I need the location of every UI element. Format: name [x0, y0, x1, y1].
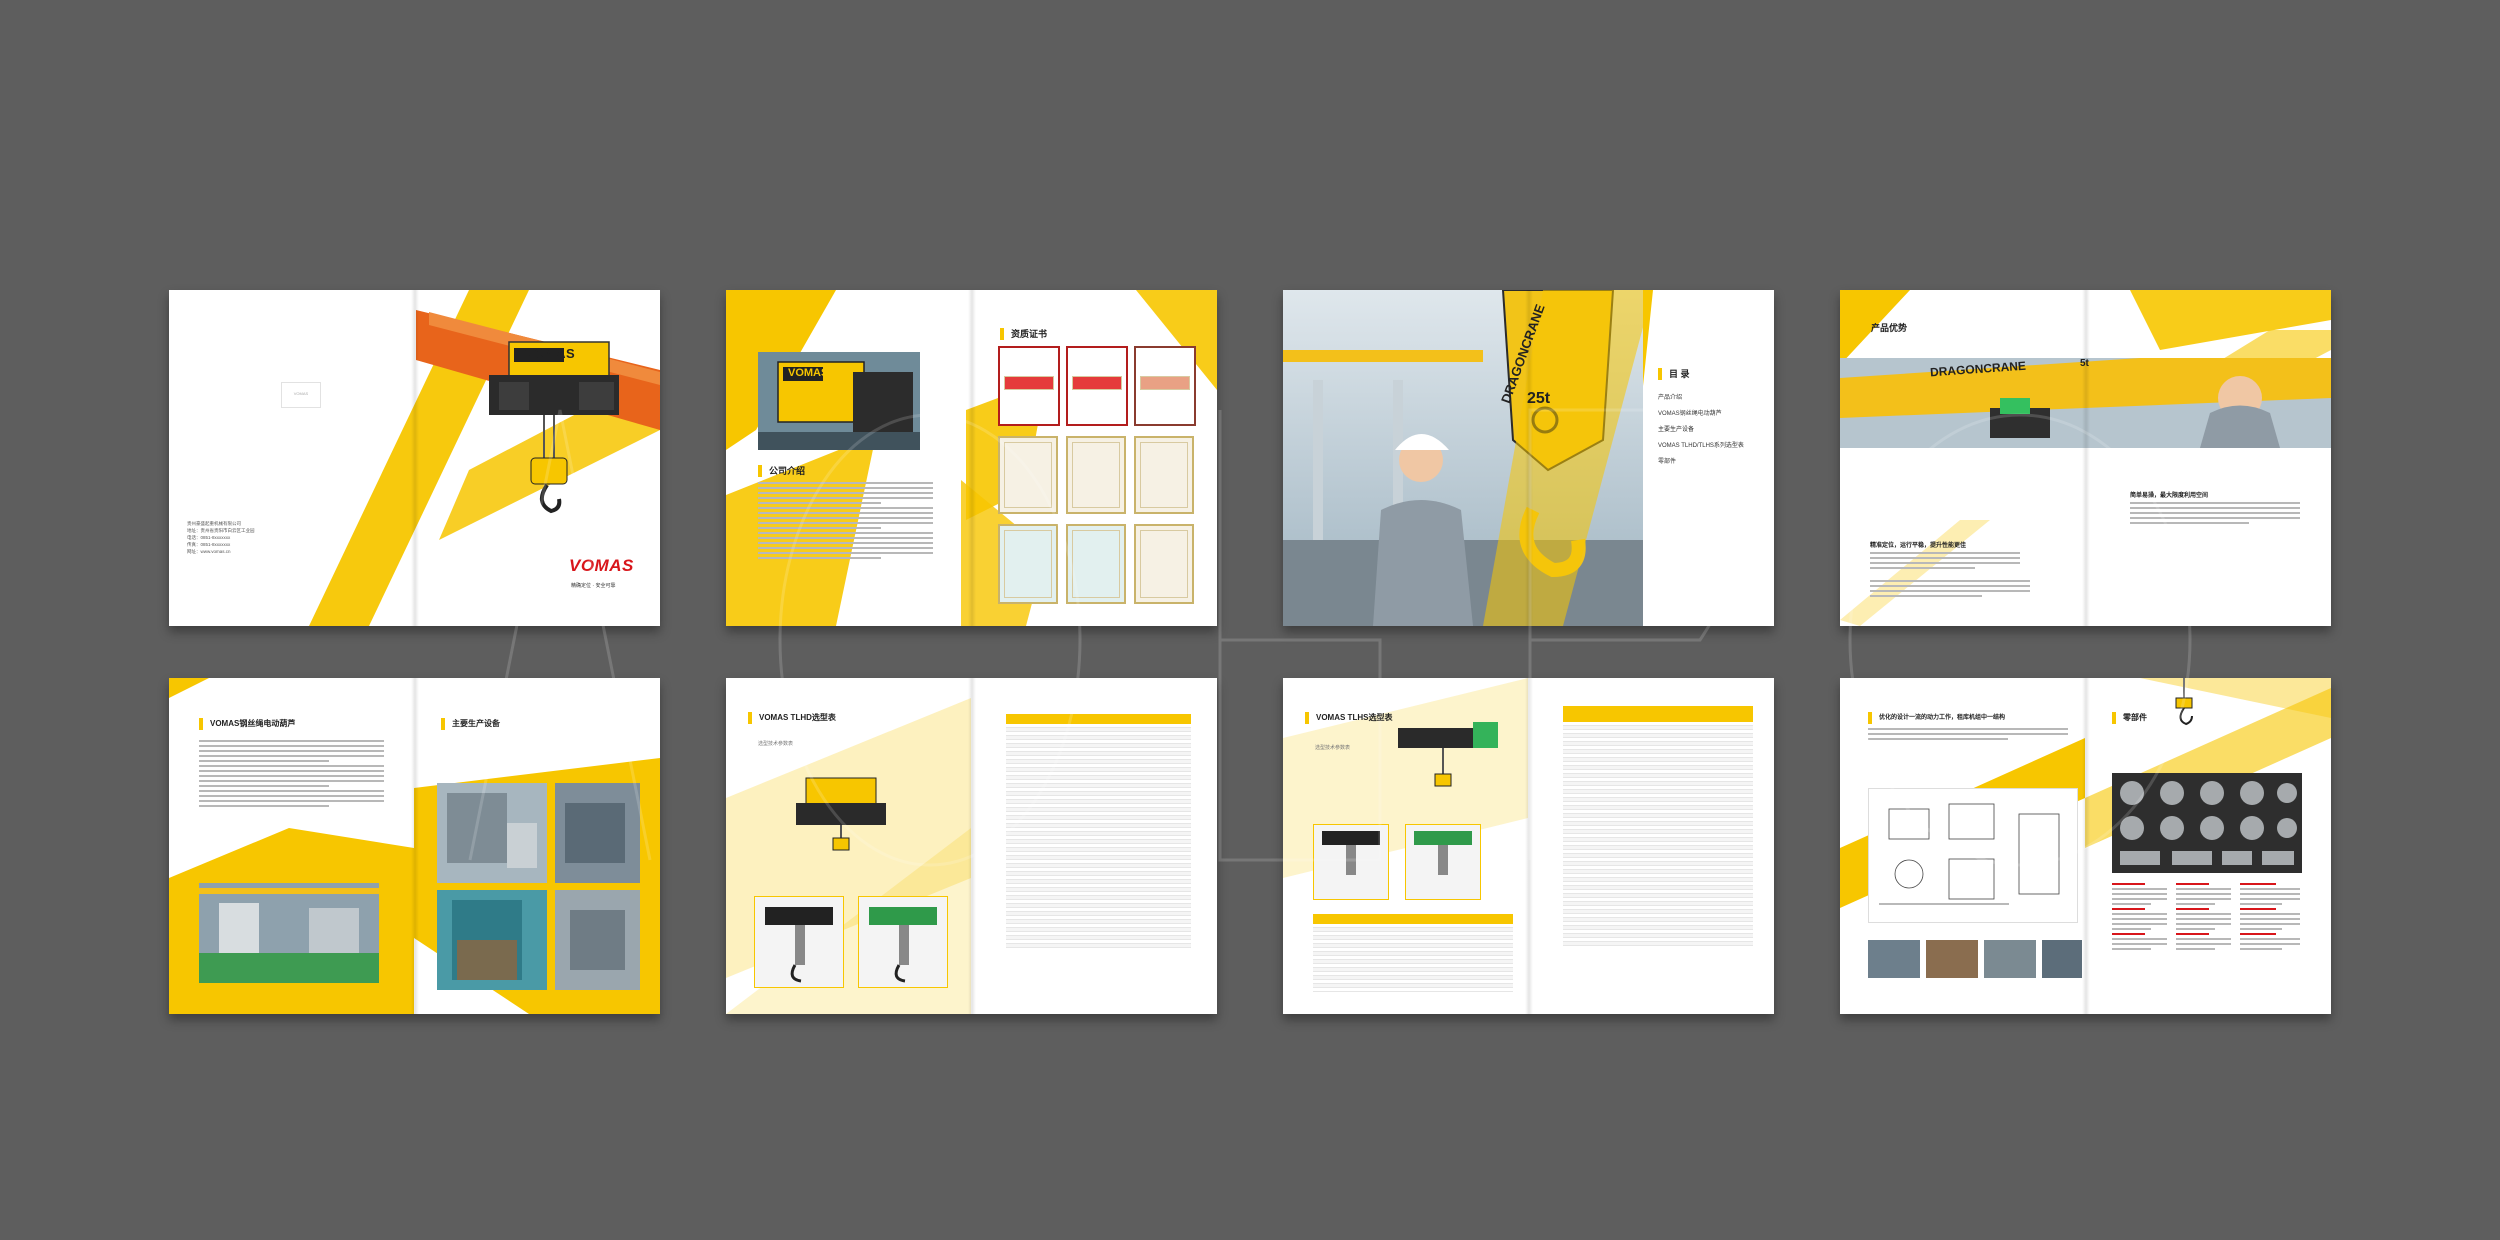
cover-small-logo-text: VOMAS: [293, 391, 309, 396]
brochure-spread-tlhs: VOMAS TLHS选型表 选型技术参数表: [1283, 678, 1774, 1014]
equipment-photo: [437, 890, 547, 990]
company-intro-title: 公司介绍: [758, 465, 805, 477]
spread-fold: [967, 290, 976, 626]
toc-item[interactable]: 零部件: [1658, 454, 1744, 470]
advantages-body: [1870, 580, 2030, 600]
address-line: 电话：0851-8xxxxxxx: [187, 535, 231, 540]
certificate-frame: [998, 346, 1060, 426]
tlhs-hoist-photo: [1393, 708, 1508, 808]
hoist-photo-brand: VOMAS: [788, 367, 829, 379]
certificate-frame: [1134, 524, 1194, 604]
certificate-frame: [998, 524, 1058, 604]
tlhd-spec-table: [1006, 714, 1191, 948]
feature-1-title: 精准定位，运行平稳，提升性能更佳: [1870, 543, 1967, 549]
certificates-title: 资质证书: [1000, 328, 1047, 340]
certificate-frame: [1134, 346, 1196, 426]
toc-item[interactable]: VOMAS TLHD/TLHS系列选型表: [1658, 438, 1744, 454]
certificate-frame: [998, 436, 1058, 514]
contents-title: 目 录: [1658, 368, 1690, 380]
factory-photo: [199, 883, 379, 983]
tlhs-drawing: [1405, 824, 1481, 900]
advantages-title: 产品优势: [1860, 322, 1907, 334]
brochure-spread-equipment: VOMAS钢丝绳电动葫芦 主要生产设备: [169, 678, 660, 1014]
toc-list: 产品介绍 VOMAS钢丝绳电动葫芦 主要生产设备 VOMAS TLHD/TLHS…: [1658, 390, 1744, 470]
spread-fold: [410, 678, 419, 1014]
address-line: 传真：0851-8xxxxxxx: [187, 542, 231, 547]
tlhd-sub: 选型技术参数表: [758, 741, 794, 747]
equipment-photo: [555, 890, 640, 990]
company-intro-text: [758, 482, 933, 562]
toc-item[interactable]: VOMAS钢丝绳电动葫芦: [1658, 406, 1744, 422]
rope-hoist-text: [199, 740, 384, 810]
brochure-spread-components: 优化的设计一流的动力工作，租库机组中一结构 零部件: [1840, 678, 2331, 1014]
certificate-frame: [1066, 346, 1128, 426]
certificate-frame: [1134, 436, 1194, 514]
brochure-spread-company: VOMAS 公司介绍 资质证书: [726, 290, 1217, 626]
address-line: 地址：贵州省贵阳市白云区工业园: [187, 528, 255, 533]
equipment-photo: [437, 783, 547, 883]
toc-item[interactable]: 产品介绍: [1658, 390, 1744, 406]
feature-2-title: 简单易操，最大限度利用空间: [2130, 493, 2209, 499]
brochure-spread-tlhd: VOMAS TLHD选型表 选型技术参数表: [726, 678, 1217, 1014]
brochure-spread-cover: VOMAS VOMAS 贵州豪盛起重机械有限公司 地址：贵州省贵阳市白云区工业园…: [169, 290, 660, 626]
tlhs-spec-table-right: [1563, 706, 1753, 946]
brochure-spread-advantages: DRAGONCRANE 5t 产品优势 精准定位，运行平稳，提升性能更佳 简单易…: [1840, 290, 2331, 626]
workshop-photo: [1283, 290, 1643, 626]
spread-fold: [1524, 290, 1533, 626]
tlhs-sub: 选型技术参数表: [1315, 745, 1351, 751]
spread-fold: [1524, 678, 1533, 1014]
table-header: [1006, 714, 1191, 724]
tlhs-title: VOMAS TLHS选型表: [1305, 712, 1392, 724]
tlhd-drawing: [858, 896, 948, 988]
tlhd-drawing: [754, 896, 844, 988]
cover-hoist-brand: VOMAS: [525, 346, 576, 361]
cover-address: 贵州豪盛起重机械有限公司 地址：贵州省贵阳市白云区工业园 电话：0851-8xx…: [187, 520, 255, 555]
cover-slogan: 精确定位 · 安全可靠: [571, 583, 616, 589]
address-line: 贵州豪盛起重机械有限公司: [187, 521, 241, 526]
certificate-frame: [1066, 524, 1126, 604]
brochure-spread-contents: DRAGONCRANE 25t 目 录 产品介绍 VOMAS钢丝绳电动葫芦 主要…: [1283, 290, 1774, 626]
spread-fold: [2081, 678, 2090, 1014]
certificate-frame: [1066, 436, 1126, 514]
toc-item[interactable]: 主要生产设备: [1658, 422, 1744, 438]
main-equipment-title: 主要生产设备: [441, 718, 500, 730]
address-line: 网址：www.vomas.cn: [187, 549, 231, 554]
feature-2-text: [2130, 502, 2300, 527]
rope-hoist-title: VOMAS钢丝绳电动葫芦: [199, 718, 295, 730]
cover-small-logo: VOMAS: [281, 382, 321, 408]
tlhs-drawing: [1313, 824, 1389, 900]
equipment-photo: [555, 783, 640, 883]
tlhd-title: VOMAS TLHD选型表: [748, 712, 836, 724]
spread-fold: [410, 290, 419, 626]
tlhs-spec-table-left: [1313, 914, 1513, 992]
tlhd-hoist-photo: [786, 758, 896, 858]
spread-fold: [967, 678, 976, 1014]
cover-brand-logo: VOMAS: [569, 556, 634, 575]
spread-fold: [2081, 290, 2090, 626]
hoist-photo: VOMAS: [758, 352, 920, 450]
feature-1-text: [1870, 552, 2020, 572]
